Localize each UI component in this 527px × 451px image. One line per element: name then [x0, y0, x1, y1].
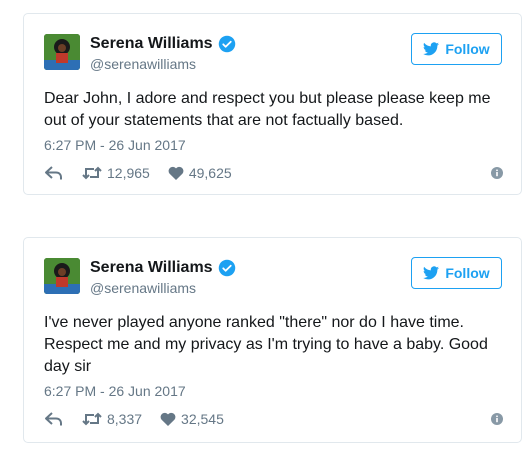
info-icon[interactable]: [491, 167, 503, 179]
like-action[interactable]: 49,625: [168, 165, 232, 181]
follow-button[interactable]: Follow: [411, 257, 502, 289]
reply-icon[interactable]: [44, 411, 64, 427]
retweet-count: 8,337: [107, 411, 143, 427]
tweet-text: I've never played anyone ranked "there" …: [44, 314, 488, 375]
like-action[interactable]: 32,545: [160, 411, 224, 427]
display-name[interactable]: Serena Williams: [90, 35, 213, 53]
retweet-icon: [82, 166, 102, 180]
handle[interactable]: @serenawilliams: [90, 56, 236, 72]
heart-icon: [168, 166, 184, 180]
follow-button[interactable]: Follow: [411, 33, 502, 65]
reply-icon[interactable]: [44, 165, 64, 181]
timestamp-link[interactable]: 6:27 PM - 26 Jun 2017: [44, 383, 186, 399]
twitter-bird-icon: [423, 42, 440, 56]
follow-label: Follow: [445, 41, 490, 57]
verified-badge-icon: [218, 259, 235, 277]
tweet-actions: 12,965 49,625: [44, 163, 503, 183]
follow-label: Follow: [445, 265, 490, 281]
timestamp-link[interactable]: 6:27 PM - 26 Jun 2017: [44, 137, 186, 153]
twitter-bird-icon: [423, 266, 440, 280]
tweet-text: Dear John, I adore and respect you but p…: [44, 90, 491, 129]
heart-icon: [160, 412, 176, 426]
display-name[interactable]: Serena Williams: [90, 259, 213, 277]
retweet-count: 12,965: [107, 165, 150, 181]
like-count: 49,625: [188, 165, 232, 181]
avatar[interactable]: [44, 258, 80, 294]
retweet-icon: [82, 412, 102, 426]
retweet-action[interactable]: 12,965: [82, 165, 150, 181]
retweet-action[interactable]: 8,337: [82, 411, 142, 427]
like-count: 32,545: [181, 411, 224, 427]
tweet-card: Serena Williams @serenawilliams Follow I…: [23, 237, 522, 443]
tweet-actions: 8,337 32,545: [44, 409, 503, 429]
verified-badge-icon: [218, 35, 235, 53]
handle[interactable]: @serenawilliams: [90, 280, 236, 296]
tweet-card: Serena Williams @serenawilliams Follow D…: [23, 13, 522, 195]
avatar[interactable]: [44, 34, 80, 70]
info-icon[interactable]: [491, 413, 503, 425]
